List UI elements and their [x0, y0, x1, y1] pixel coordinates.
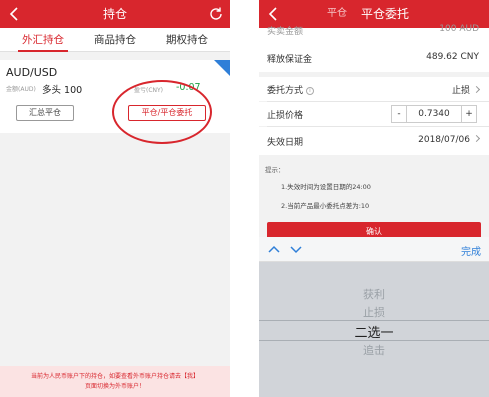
order-method-label: 委托方式: [267, 86, 304, 96]
positions-header: 持仓: [0, 0, 230, 28]
position-tabs: 外汇持仓 商品持仓 期权持仓: [0, 28, 230, 52]
expiry-date-value: 2018/07/06: [418, 135, 470, 145]
margin-value: 489.62 CNY: [426, 52, 479, 62]
stop-price-row: 止损价格 - 0.7340 +: [259, 102, 489, 126]
summary-close-button[interactable]: 汇总平仓: [16, 105, 74, 121]
info-icon[interactable]: i: [306, 87, 315, 95]
position-direction: 多头 100: [42, 85, 83, 96]
notice-line-1: 当前为人民币账户下的持仓，如要查看外币账户持仓请去【我】: [30, 373, 199, 380]
price-increase-button[interactable]: +: [461, 105, 477, 123]
chevron-up-icon[interactable]: [267, 243, 281, 255]
hint-line-2: 2.当前产品最小委托点差为:10: [281, 202, 370, 210]
expiry-date-row[interactable]: 失效日期 2018/07/06: [259, 127, 489, 155]
picker-toolbar: 完成: [259, 237, 489, 262]
page-title: 平仓委托: [361, 7, 410, 21]
positions-screen: 持仓 外汇持仓 商品持仓 期权持仓 AUD/USD 金额(AUD) 多头 100…: [0, 0, 230, 397]
header-subtitle: 平仓: [327, 8, 347, 19]
picker-option-selected[interactable]: 二选一: [259, 322, 489, 341]
tab-commodity-positions[interactable]: 商品持仓: [80, 28, 150, 52]
picker-selection-line: [259, 340, 489, 341]
stop-price-input[interactable]: 0.7340: [406, 105, 462, 123]
chevron-right-icon: [472, 85, 481, 94]
tab-fx-positions[interactable]: 外汇持仓: [8, 28, 78, 52]
tab-option-positions[interactable]: 期权持仓: [152, 28, 222, 52]
order-method-value: 止损: [451, 86, 470, 96]
close-order-screen: 平仓 平仓委托 实卖金额 100 AUD 释放保证金 489.62 CNY 委托…: [259, 0, 489, 397]
price-decrease-button[interactable]: -: [391, 105, 407, 123]
partial-amount-row: 实卖金额 100 AUD: [259, 24, 489, 44]
refresh-icon[interactable]: [208, 6, 224, 22]
notice-line-2: 页面切换为外币账户！: [84, 383, 145, 390]
partial-amount-label: 实卖金额: [267, 27, 304, 37]
back-icon[interactable]: [265, 5, 283, 23]
picker-option[interactable]: 止损: [259, 304, 489, 320]
hint-title: 提示：: [265, 166, 285, 174]
picker-done-button[interactable]: 完成: [461, 243, 481, 258]
position-symbol: AUD/USD: [6, 66, 58, 79]
chevron-right-icon: [472, 134, 481, 143]
partial-amount-value: 100 AUD: [439, 24, 479, 34]
stop-price-label: 止损价格: [267, 111, 304, 121]
expiry-date-label: 失效日期: [267, 138, 304, 148]
page-title: 持仓: [102, 7, 127, 21]
order-type-picker[interactable]: 获利 止损 二选一 追击: [259, 262, 489, 397]
picker-selection-line: [259, 320, 489, 321]
picker-option[interactable]: 追击: [259, 342, 489, 358]
amount-label: 金额(AUD): [6, 86, 36, 93]
margin-label: 释放保证金: [267, 55, 313, 65]
margin-row: 释放保证金 489.62 CNY: [259, 44, 489, 72]
order-method-row[interactable]: 委托方式 i 止损: [259, 77, 489, 101]
chevron-down-icon[interactable]: [289, 243, 303, 255]
account-notice: 当前为人民币账户下的持仓，如要查看外币账户持仓请去【我】 页面切换为外币账户！: [0, 366, 230, 397]
highlight-ellipse: [112, 80, 212, 144]
corner-badge-icon: [214, 60, 230, 76]
hint-line-1: 1.失效时间为设置日期的24:00: [281, 183, 371, 191]
picker-option[interactable]: 获利: [259, 286, 489, 302]
